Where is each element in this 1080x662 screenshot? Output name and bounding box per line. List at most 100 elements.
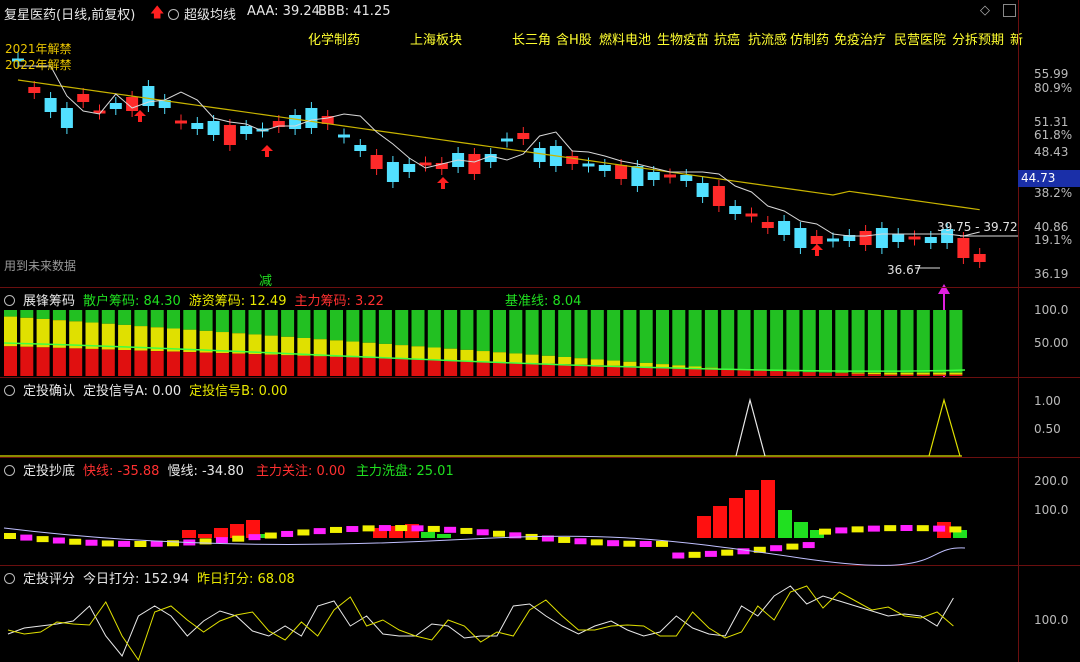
chip-bar-retail [949, 310, 963, 373]
chip-bar-retail [541, 310, 555, 356]
chip-bar-retail [672, 310, 686, 366]
chip-bar-retail [215, 310, 229, 333]
chip-bar-main [835, 373, 849, 376]
chip-bar-retail [916, 310, 930, 373]
fast-slow-marker [248, 534, 261, 541]
fast-slow-marker [378, 525, 391, 532]
chip-bar-hotmoney [330, 340, 343, 357]
green-bar [437, 534, 451, 538]
price-tick: 55.99 [1034, 67, 1069, 81]
fast-slow-marker [36, 536, 49, 543]
fast-slow-marker [444, 526, 457, 533]
red-bar [697, 516, 711, 538]
fast-slow-marker [69, 538, 82, 545]
chip-bar-main [541, 363, 555, 376]
chip-bar-hotmoney [623, 361, 637, 367]
fast-slow-marker [395, 525, 408, 532]
chip-bar-main [362, 357, 376, 376]
chip-bar-retail [281, 310, 295, 337]
chip-bar-retail [835, 310, 849, 373]
chip-bar-main [297, 355, 311, 376]
chip-bar-retail [509, 310, 523, 354]
axis-separator [1018, 0, 1019, 662]
chip-bar-hotmoney [509, 353, 523, 363]
price-tick: 40.86 [1034, 220, 1069, 234]
fast-slow-marker [949, 526, 962, 533]
chip-bar-retail [819, 310, 832, 373]
chip-bar-retail [36, 310, 50, 319]
signal-a-peak [735, 397, 766, 457]
chip-bar-main [69, 348, 83, 376]
chip-bar-main [819, 372, 832, 376]
yesterday-score-line [7, 585, 954, 662]
chip-bar-main [264, 354, 278, 376]
chip-bar-main [900, 374, 914, 376]
fast-slow-marker [101, 540, 114, 547]
red-bar [745, 490, 759, 538]
red-bar [198, 534, 212, 538]
today-score-line [7, 585, 954, 657]
candlestick-chart[interactable] [0, 0, 1018, 378]
chip-bar-retail [248, 310, 262, 335]
chip-bar-retail [362, 310, 376, 343]
chip-bar-retail [85, 310, 99, 323]
chip-bar-hotmoney [851, 372, 865, 374]
red-bar [729, 498, 743, 538]
fast-slow-marker [721, 549, 734, 556]
chip-bar-main [101, 349, 115, 376]
ma-line-white [18, 65, 980, 237]
chip-bar-main [933, 374, 947, 376]
future-data-note: 用到未来数据 [4, 259, 77, 273]
chip-bar-retail [884, 310, 898, 373]
chip-bar-hotmoney [541, 355, 555, 364]
chip-bar-retail [737, 310, 751, 371]
fast-slow-marker [656, 540, 668, 547]
chip-bar-retail [232, 310, 246, 334]
confirm-chart[interactable] [0, 378, 1018, 458]
chip-bar-main [802, 372, 816, 376]
chip-bar-main [248, 354, 262, 376]
chip-bar-hotmoney [493, 352, 506, 363]
chip-bar-main [167, 351, 180, 376]
score-chart[interactable] [0, 566, 1018, 662]
unlock-note-1: 2021年解禁 [5, 42, 72, 56]
chip-bar-retail [770, 310, 784, 373]
chip-bar-main [916, 374, 930, 376]
chip-bar-retail [688, 310, 702, 367]
chip-bar-retail [411, 310, 425, 347]
fast-slow-marker [835, 527, 848, 534]
chip-bar-hotmoney [36, 318, 50, 348]
chip-bar-main [281, 355, 295, 376]
fast-slow-marker [639, 540, 652, 547]
chip-bar-hotmoney [378, 343, 392, 359]
fast-slow-marker [590, 539, 603, 546]
fast-slow-marker [297, 529, 310, 536]
fast-slow-marker [704, 550, 717, 557]
chip-bar-retail [199, 310, 213, 331]
red-bar [713, 506, 727, 538]
chips-chart[interactable] [0, 288, 1018, 378]
green-bar [778, 510, 792, 538]
buy-arrow-icon [811, 244, 823, 256]
chip-bar-main [52, 347, 66, 376]
chip-bar-retail [867, 310, 881, 373]
red-bar [761, 480, 775, 538]
axis-tick: 100.0 [1034, 503, 1069, 517]
chip-bar-hotmoney [867, 372, 881, 375]
chip-bar-main [737, 370, 751, 376]
fast-slow-marker [411, 525, 424, 532]
fast-slow-marker [672, 552, 685, 559]
bottom-chart[interactable] [0, 458, 1018, 566]
chip-bar-retail [313, 310, 327, 340]
chip-bar-retail [346, 310, 360, 342]
chip-bar-hotmoney [346, 341, 360, 358]
fast-slow-marker [330, 526, 342, 533]
chip-bar-hotmoney [916, 372, 930, 375]
fast-slow-marker [476, 529, 489, 536]
chip-bar-retail [786, 310, 800, 373]
fast-slow-marker [819, 528, 831, 535]
chip-bar-retail [574, 310, 588, 359]
chip-bar-hotmoney [835, 372, 849, 374]
fast-slow-marker [493, 530, 505, 537]
chip-bar-main [509, 362, 523, 376]
